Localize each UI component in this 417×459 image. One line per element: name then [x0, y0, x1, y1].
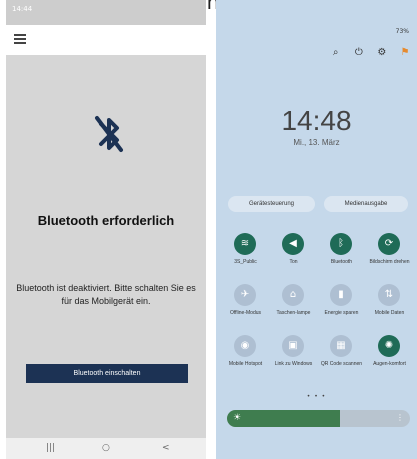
media-output-button[interactable]: Medienausgabe — [324, 196, 408, 212]
screenshot-root: ist Bluetooth auf Ihrem Smartphone 14:44… — [0, 0, 417, 459]
enable-bluetooth-button[interactable]: Bluetooth einschalten — [26, 364, 188, 383]
rotate-icon: ⟳ — [378, 233, 400, 255]
wifi-icon: ≋ — [234, 233, 256, 255]
quick-tile-label: Bluetooth — [330, 259, 353, 265]
brightness-handle-icon[interactable]: ⋮ — [396, 413, 404, 422]
status-time: 14:44 — [12, 5, 33, 13]
gear-icon[interactable]: ⚙ — [376, 46, 388, 60]
quick-tile[interactable]: ◉ Mobile Hotspot — [222, 335, 269, 395]
sun-icon: ☀ — [233, 413, 242, 423]
page-indicator: • • • — [306, 393, 327, 400]
quick-tile[interactable]: ▦ QR Code scannen — [318, 335, 365, 395]
device-control-button[interactable]: Gerätesteuerung — [228, 196, 315, 212]
bluetooth-disabled-icon — [95, 116, 123, 152]
quick-tile-label: QR Code scannen — [320, 361, 363, 367]
quick-tile-label: Energie sparen — [324, 310, 359, 316]
data-icon: ⇅ — [378, 284, 400, 306]
quick-tile[interactable]: ✺ Augen-komfort — [366, 335, 413, 395]
page-title: Bluetooth erforderlich — [37, 213, 175, 228]
system-navbar: ||| ○ < — [6, 438, 206, 459]
quick-tile-label: Taschen-lampe — [276, 310, 311, 316]
eye-comfort-icon: ✺ — [378, 335, 400, 357]
quick-tile-label: Augen-komfort — [373, 361, 406, 367]
quick-tile-label: Offline-Modus — [229, 310, 262, 316]
link-windows-icon: ▣ — [282, 335, 304, 357]
quick-tile-label: Bildschirm drehen — [369, 259, 410, 265]
home-button[interactable]: ○ — [102, 443, 110, 453]
back-button[interactable]: < — [162, 443, 170, 453]
left-phone-screen: 14:44 Bluetooth erforderlich Bluetooth i… — [6, 0, 206, 459]
hamburger-menu-icon[interactable] — [14, 34, 26, 46]
notification-settings-icon[interactable]: ⚑ — [399, 46, 411, 60]
brightness-slider[interactable]: ☀ ⋮ — [227, 410, 410, 427]
recent-apps-button[interactable]: ||| — [46, 443, 55, 453]
bluetooth-icon: ᛒ — [330, 233, 352, 255]
quick-tile[interactable]: ▣ Link zu Windows — [270, 335, 317, 395]
battery-icon: ▮ — [330, 284, 352, 306]
right-phone-screen: 73% ⌕ ⏻ ⚙ ⚑ 14:48 Mi., 13. März Gerätest… — [216, 0, 417, 459]
hotspot-icon: ◉ — [234, 335, 256, 357]
date: Mi., 13. März — [293, 138, 340, 147]
power-icon[interactable]: ⏻ — [353, 46, 365, 60]
brightness-fill — [227, 410, 341, 427]
status-battery: 73% — [395, 28, 409, 35]
qr-icon: ▦ — [330, 335, 352, 357]
quick-tile-label: Mobile Daten — [374, 310, 405, 316]
flashlight-icon: ⌂ — [282, 284, 304, 306]
quick-tile-label: Mobile Hotspot — [228, 361, 263, 367]
clock: 14:48 — [281, 105, 352, 136]
quick-tile-label: Link zu Windows — [274, 361, 313, 367]
quick-tile-label: Ton — [289, 259, 298, 265]
quick-settings-toolbar: ⌕ ⏻ ⚙ ⚑ — [324, 40, 411, 58]
status-bar: 14:44 — [6, 0, 206, 25]
info-message: Bluetooth ist deaktiviert. Bitte schalte… — [16, 283, 196, 306]
app-bar — [6, 25, 206, 55]
search-icon[interactable]: ⌕ — [330, 46, 342, 60]
airplane-icon: ✈ — [234, 284, 256, 306]
quick-tile-label: 3S_Public — [234, 259, 257, 265]
sound-icon: ◀ — [282, 233, 304, 255]
